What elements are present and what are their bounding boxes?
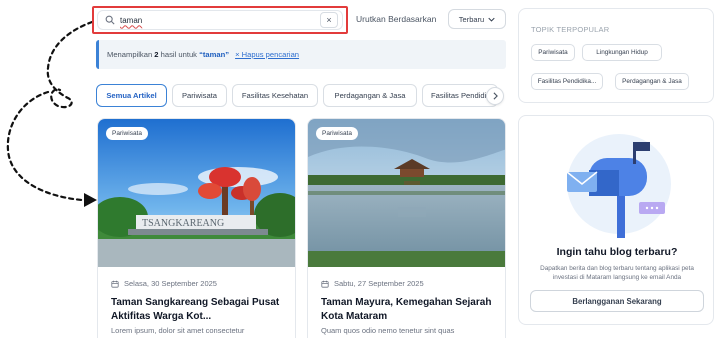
sort-label: Urutkan Berdasarkan bbox=[356, 14, 437, 24]
calendar-icon bbox=[111, 280, 119, 288]
banner-prefix: Menampilkan bbox=[107, 50, 153, 59]
calendar-icon bbox=[321, 280, 329, 288]
tab-perdagangan-jasa[interactable]: Perdagangan & Jasa bbox=[323, 84, 417, 107]
tab-semua-artikel[interactable]: Semua Artikel bbox=[96, 84, 167, 107]
newsletter-panel: Ingin tahu blog terbaru? Dapatkan berita… bbox=[518, 115, 714, 325]
clear-search-button[interactable]: × bbox=[320, 12, 338, 28]
svg-text:TSANGKAREANG: TSANGKAREANG bbox=[142, 218, 224, 229]
topic-chip[interactable]: Perdagangan & Jasa bbox=[615, 73, 689, 90]
tab-pariwisata[interactable]: Pariwisata bbox=[172, 84, 227, 107]
water-palace-photo bbox=[308, 119, 505, 267]
article-date: Sabtu, 27 September 2025 bbox=[334, 279, 424, 288]
search-icon bbox=[105, 15, 115, 25]
popular-topics-panel: TOPIK TERPOPULAR Pariwisata Lingkungan H… bbox=[518, 8, 714, 103]
topic-chip[interactable]: Lingkungan Hidup bbox=[582, 44, 662, 61]
article-card[interactable]: Pariwisata Sabtu, 27 September 2025 Tama… bbox=[307, 118, 506, 338]
subscribe-button[interactable]: Berlangganan Sekarang bbox=[530, 290, 704, 312]
tab-fasilitas-kesehatan[interactable]: Fasilitas Kesehatan bbox=[232, 84, 318, 107]
sort-select[interactable]: Terbaru bbox=[448, 9, 506, 29]
article-excerpt: Quam quos odio nemo tenetur sint quas bbox=[321, 326, 455, 335]
article-excerpt: Lorem ipsum, dolor sit amet consectetur bbox=[111, 326, 245, 335]
category-tabs: Semua Artikel Pariwisata Fasilitas Keseh… bbox=[96, 84, 506, 108]
newsletter-description: Dapatkan berita dan blog terbaru tentang… bbox=[540, 265, 694, 281]
topic-chip[interactable]: Pariwisata bbox=[531, 44, 575, 61]
mailbox-illustration bbox=[566, 134, 671, 238]
search-input[interactable]: taman × bbox=[97, 10, 343, 30]
chevron-down-icon bbox=[488, 15, 495, 24]
popular-topics-heading: TOPIK TERPOPULAR bbox=[531, 25, 610, 34]
newsletter-title: Ingin tahu blog terbaru? bbox=[556, 246, 678, 258]
article-card[interactable]: TSANGKAREANG Pariwisata Selasa, 30 Septe… bbox=[97, 118, 296, 338]
search-highlight-frame: taman × bbox=[92, 6, 348, 34]
tabs-next-button[interactable] bbox=[486, 87, 504, 105]
clear-search-link[interactable]: × Hapus pencarian bbox=[235, 50, 299, 59]
sort-selected-value: Terbaru bbox=[458, 14, 485, 24]
park-sign-photo: TSANGKAREANG bbox=[98, 119, 295, 267]
article-date-row: Sabtu, 27 September 2025 bbox=[321, 279, 424, 288]
article-date-row: Selasa, 30 September 2025 bbox=[111, 279, 217, 288]
article-date: Selasa, 30 September 2025 bbox=[124, 279, 217, 288]
category-badge: Pariwisata bbox=[106, 127, 148, 140]
search-query: “taman” bbox=[199, 50, 230, 59]
category-badge: Pariwisata bbox=[316, 127, 358, 140]
search-value[interactable]: taman bbox=[120, 16, 320, 25]
article-title[interactable]: Taman Mayura, Kemegahan Sejarah Kota Mat… bbox=[321, 296, 499, 324]
banner-middle: hasil untuk bbox=[160, 50, 197, 59]
search-results-banner: Menampilkan 2 hasil untuk “taman” × Hapu… bbox=[96, 40, 506, 69]
topic-chip[interactable]: Fasilitas Pendidika... bbox=[531, 73, 603, 90]
article-title[interactable]: Taman Sangkareang Sebagai Pusat Aktifita… bbox=[111, 296, 289, 324]
chevron-right-icon bbox=[493, 92, 498, 100]
result-count: 2 bbox=[154, 50, 159, 59]
